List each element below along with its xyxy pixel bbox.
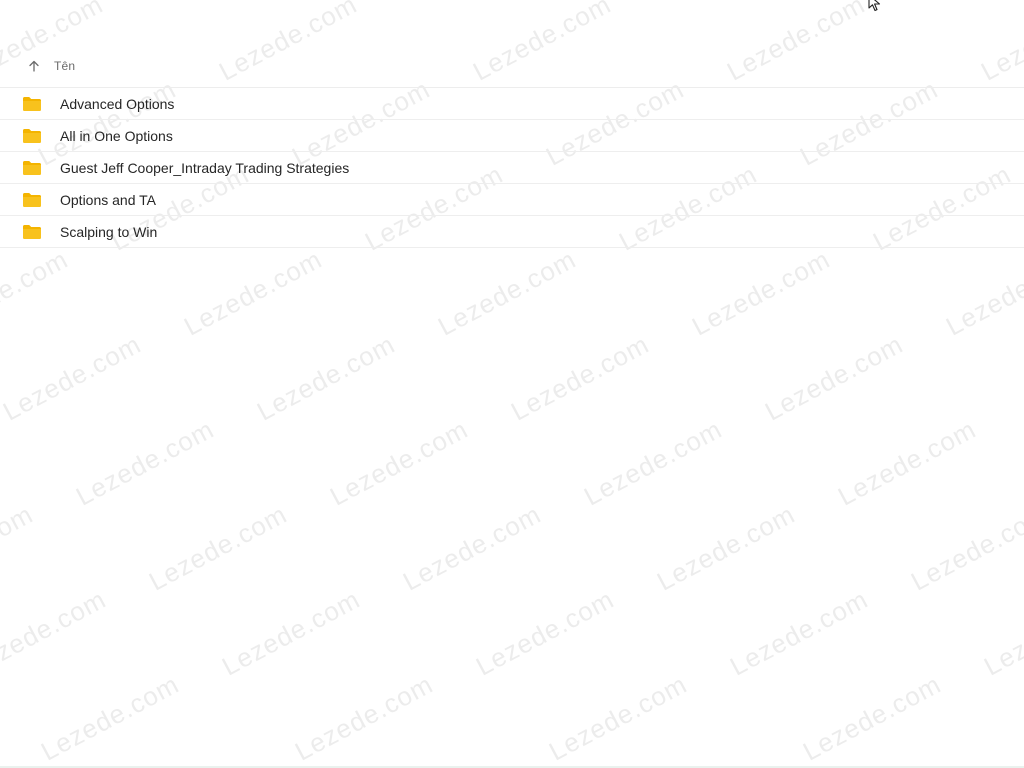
- watermark-text: Lezede.com: [0, 583, 111, 682]
- watermark-text: Lezede.com: [506, 328, 654, 427]
- folder-row[interactable]: All in One Options: [0, 120, 1024, 152]
- watermark-text: Lezede.com: [252, 328, 400, 427]
- watermark-text: Lezede.com: [903, 0, 1024, 2]
- watermark-text: Lezede.com: [433, 243, 581, 342]
- file-list: Tên Advanced Options All in One Options …: [0, 44, 1024, 248]
- folder-name: Options and TA: [60, 191, 156, 208]
- watermark-text: Lezede.com: [36, 668, 184, 767]
- folder-row[interactable]: Options and TA: [0, 184, 1024, 216]
- watermark-text: Lezede.com: [290, 668, 438, 767]
- folder-row[interactable]: Guest Jeff Cooper_Intraday Trading Strat…: [0, 152, 1024, 184]
- watermark-text: Lezede.com: [325, 413, 473, 512]
- name-column-header[interactable]: Tên: [54, 59, 75, 73]
- watermark-text: Lezede.com: [0, 498, 38, 597]
- watermark-text: Lezede.com: [798, 668, 946, 767]
- folder-icon: [22, 96, 42, 112]
- folder-icon: [22, 128, 42, 144]
- watermark-text: Lezede.com: [141, 0, 289, 2]
- folder-name: Advanced Options: [60, 95, 175, 112]
- watermark-text: Lezede.com: [398, 498, 546, 597]
- arrow-up-icon[interactable]: [27, 59, 41, 73]
- mouse-cursor-icon: [868, 0, 881, 12]
- folder-list: Advanced Options All in One Options Gues…: [0, 88, 1024, 248]
- folder-name: Scalping to Win: [60, 223, 158, 240]
- watermark-text: Lezede.com: [833, 413, 981, 512]
- watermark-text: Lezede.com: [687, 243, 835, 342]
- watermark-text: Lezede.com: [471, 583, 619, 682]
- list-header: Tên: [0, 44, 1024, 88]
- watermark-text: Lezede.com: [906, 498, 1024, 597]
- watermark-text: Lezede.com: [217, 583, 365, 682]
- folder-icon: [22, 192, 42, 208]
- folder-row[interactable]: Advanced Options: [0, 88, 1024, 120]
- watermark-text: Lezede.com: [544, 668, 692, 767]
- watermark-text: Lezede.com: [179, 243, 327, 342]
- folder-name: All in One Options: [60, 127, 173, 144]
- watermark-text: Lezede.com: [395, 0, 543, 2]
- watermark-text: Lezede.com: [979, 583, 1024, 682]
- watermark-text: Lezede.com: [71, 413, 219, 512]
- folder-row[interactable]: Scalping to Win: [0, 216, 1024, 248]
- folder-name: Guest Jeff Cooper_Intraday Trading Strat…: [60, 159, 350, 176]
- watermark-text: Lezede.com: [0, 328, 146, 427]
- watermark-text: Lezede.com: [941, 243, 1024, 342]
- watermark-text: Lezede.com: [649, 0, 797, 2]
- folder-icon: [22, 160, 42, 176]
- watermark-text: Lezede.com: [0, 0, 35, 2]
- watermark-text: Lezede.com: [0, 243, 73, 342]
- watermark-text: Lezede.com: [579, 413, 727, 512]
- watermark-text: Lezede.com: [725, 583, 873, 682]
- watermark-text: Lezede.com: [760, 328, 908, 427]
- watermark-text: Lezede.com: [652, 498, 800, 597]
- folder-icon: [22, 224, 42, 240]
- watermark-text: Lezede.com: [144, 498, 292, 597]
